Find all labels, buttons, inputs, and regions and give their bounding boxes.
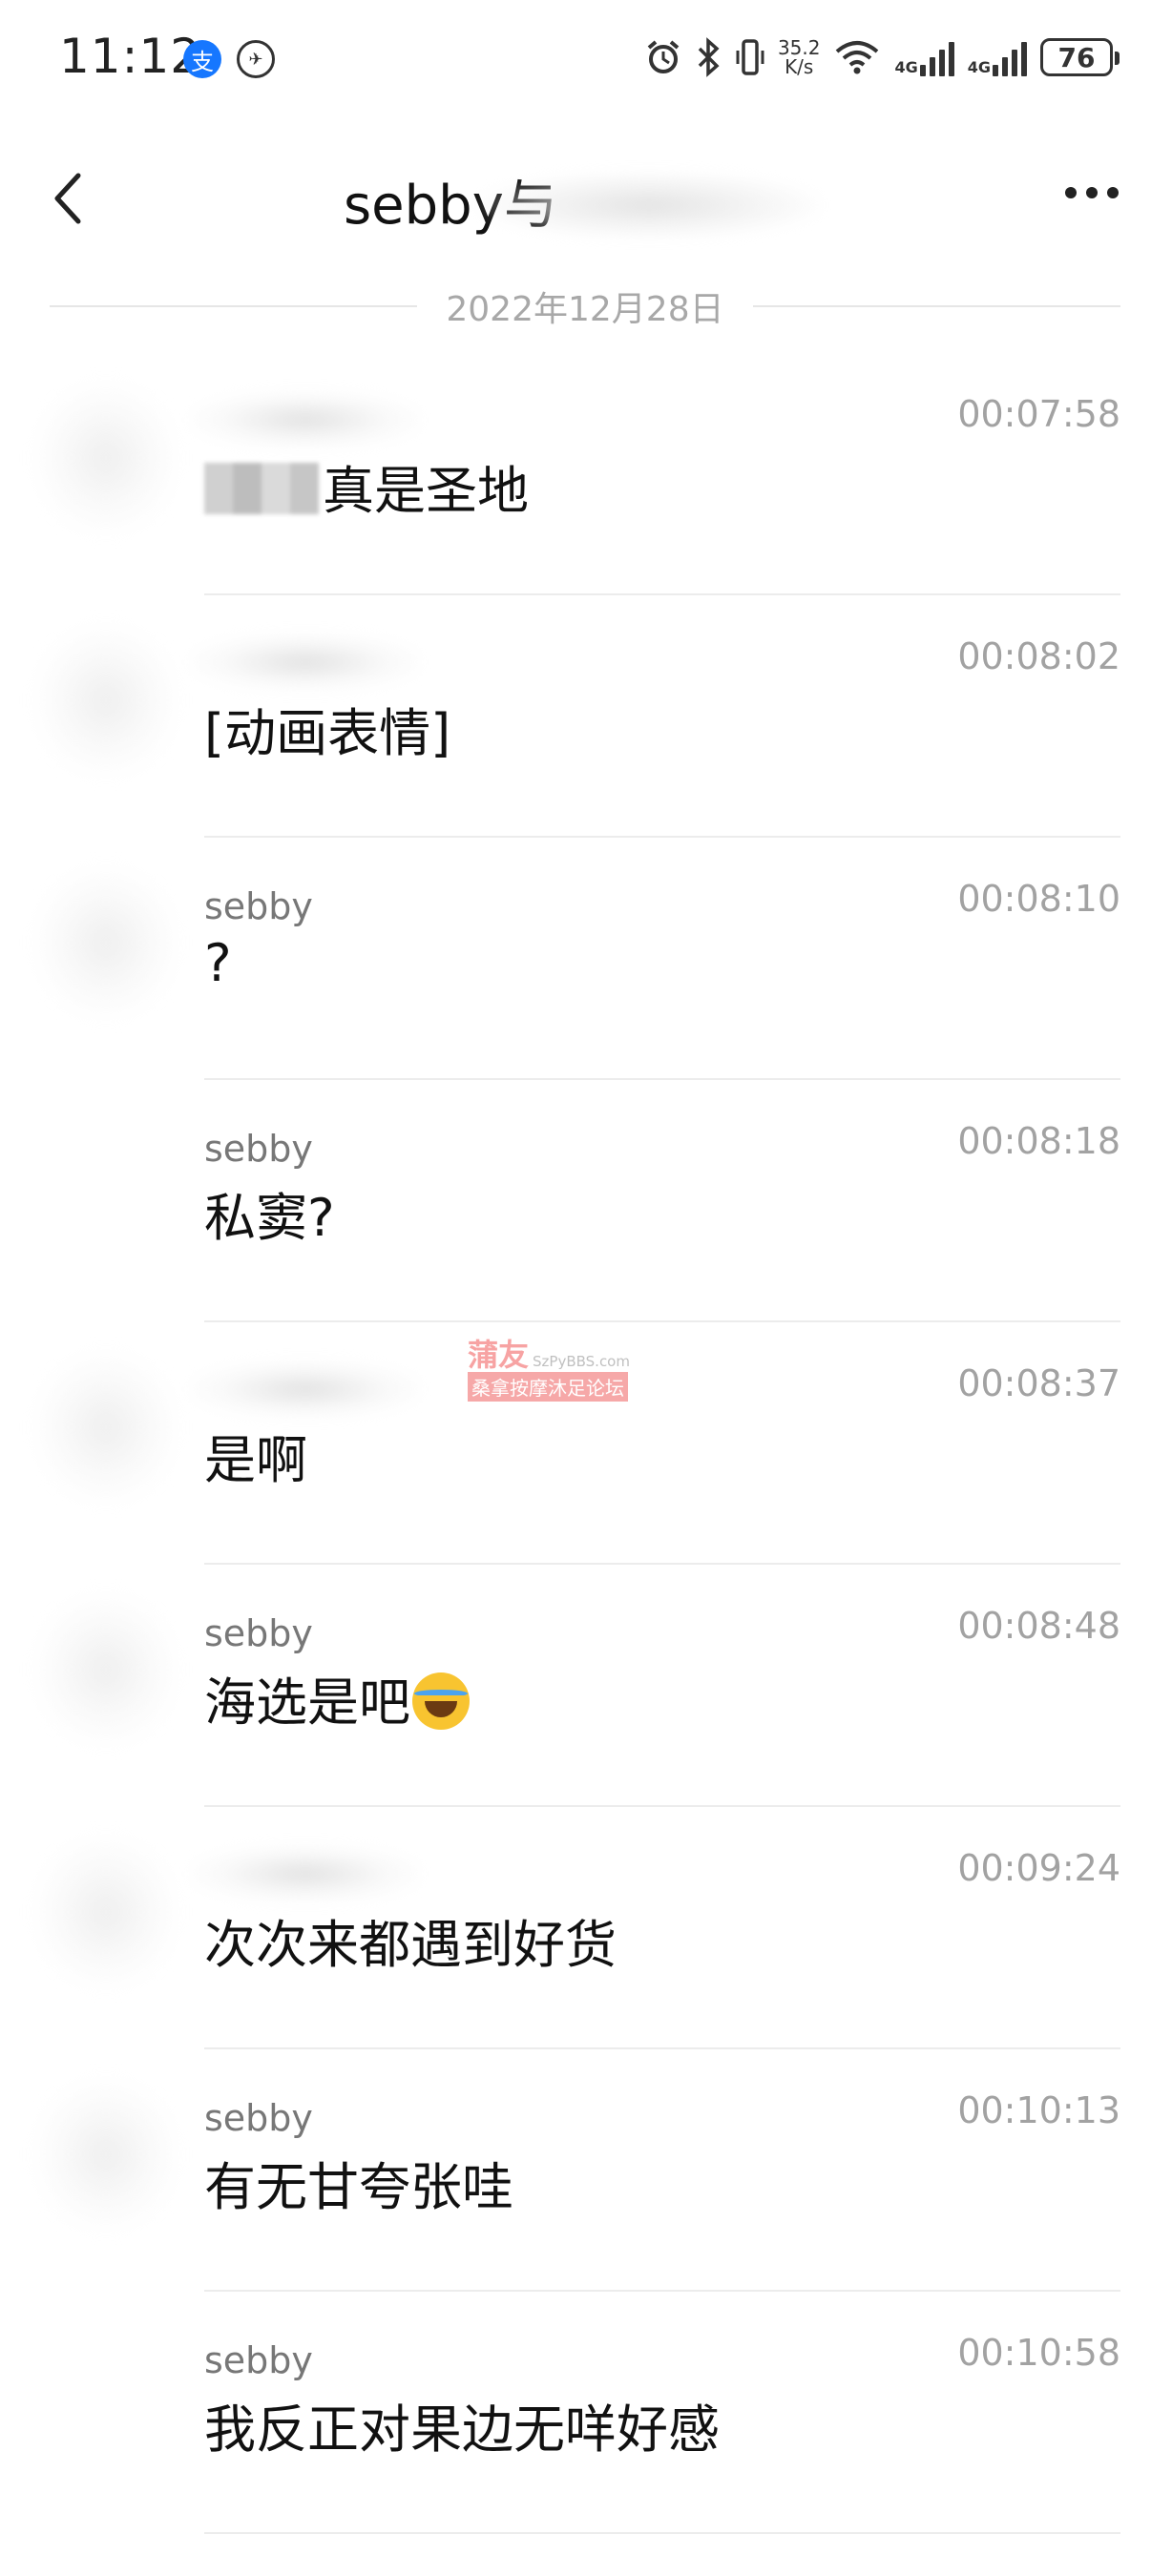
face-with-tears-of-joy-icon [412, 1672, 470, 1730]
cellular-signal-2: 4G [968, 38, 1027, 76]
message-text: [动画表情] [204, 703, 451, 763]
message-text: 我反正对果边无咩好感 [204, 2399, 720, 2460]
message-item[interactable]: 00:07:58 真是圣地 [0, 353, 1172, 595]
redacted-name [477, 172, 821, 239]
network-speed: 35.2 K/s [778, 38, 821, 76]
message-text-value: 海选是吧 [204, 1672, 410, 1733]
avatar[interactable] [34, 1836, 178, 1988]
speed-unit: K/s [785, 55, 814, 78]
watermark-brand: 蒲友 [468, 1337, 530, 1373]
status-time: 11:12 [59, 29, 202, 84]
message-list: 00:07:58 真是圣地 00:08:02 [动画表情] sebby 00:0… [0, 353, 1172, 2534]
back-arrow-icon[interactable] [46, 170, 94, 227]
message-text: 有无甘夸张哇 [204, 2157, 513, 2217]
message-item[interactable]: 00:09:24 次次来都遇到好货 [0, 1807, 1172, 2049]
message-sender: sebby [204, 885, 313, 927]
battery-icon: 76 [1040, 38, 1120, 76]
speed-value: 35.2 [777, 36, 821, 59]
alipay-icon: 支 [183, 40, 221, 78]
message-text: 私窦? [204, 1188, 335, 1248]
message-item[interactable]: sebby 00:10:13 有无甘夸张哇 [0, 2049, 1172, 2292]
message-time: 00:08:18 [957, 1120, 1120, 1162]
message-separator [204, 2532, 1120, 2534]
more-options-icon[interactable] [1065, 187, 1119, 198]
message-time: 00:08:02 [957, 635, 1120, 677]
redacted-sender [191, 1361, 420, 1418]
date-divider: 2022年12月28日 [50, 282, 1120, 330]
message-item[interactable]: sebby 00:08:10 ? [0, 838, 1172, 1080]
message-text-value: 真是圣地 [323, 461, 529, 521]
date-label: 2022年12月28日 [446, 290, 724, 329]
signal-bars-icon [919, 38, 954, 76]
message-text: 海选是吧 [204, 1660, 470, 1735]
network-type-1: 4G [894, 58, 918, 76]
status-indicators: 35.2 K/s 4G 4G 76 [644, 32, 1120, 82]
signal-bars-icon [993, 38, 1027, 76]
message-text: ? [204, 933, 232, 993]
watermark-domain: SzPyBBS.com [533, 1353, 630, 1370]
message-item[interactable]: 00:08:02 [动画表情] [0, 595, 1172, 838]
message-text: 真是圣地 [204, 448, 529, 524]
avatar[interactable] [34, 1593, 178, 1746]
wifi-icon [836, 41, 879, 74]
message-time: 00:08:37 [957, 1362, 1120, 1404]
avatar[interactable] [34, 2078, 178, 2231]
message-time: 00:09:24 [957, 1847, 1120, 1889]
watermark: 蒲友 SzPyBBS.com 桑拿按摩沐足论坛 [468, 1340, 639, 1406]
redacted-text [204, 463, 319, 514]
message-sender: sebby [204, 2097, 313, 2139]
vibrate-icon [736, 39, 764, 75]
status-bar: 11:12 支 ✈ 35.2 K/s 4G 4G 76 [0, 0, 1172, 114]
avatar[interactable] [34, 866, 178, 1019]
message-item[interactable]: sebby 00:08:48 海选是吧 [0, 1565, 1172, 1807]
message-sender: sebby [204, 2339, 313, 2381]
message-time: 00:10:58 [957, 2332, 1120, 2374]
avatar[interactable] [34, 624, 178, 777]
message-time: 00:08:10 [957, 878, 1120, 920]
message-time: 00:07:58 [957, 393, 1120, 435]
message-text: 次次来都遇到好货 [204, 1915, 617, 1975]
alarm-icon [647, 40, 680, 73]
bluetooth-icon [698, 37, 720, 77]
app-notification-icon: ✈ [237, 40, 275, 78]
message-item[interactable]: sebby 00:10:58 我反正对果边无咩好感 [0, 2292, 1172, 2534]
message-item[interactable]: sebby 00:08:18 私窦? [0, 1080, 1172, 1322]
avatar[interactable] [34, 382, 178, 534]
divider-line [752, 305, 1120, 307]
avatar[interactable] [34, 1351, 178, 1504]
divider-line [50, 305, 418, 307]
network-type-2: 4G [967, 58, 991, 76]
message-sender: sebby [204, 1612, 313, 1654]
chat-header: sebby与 [0, 134, 1172, 258]
redacted-sender [191, 634, 420, 691]
message-text: 是啊 [204, 1430, 307, 1490]
message-time: 00:10:13 [957, 2089, 1120, 2131]
watermark-subtitle: 桑拿按摩沐足论坛 [468, 1372, 628, 1402]
redacted-sender [191, 391, 420, 448]
message-sender: sebby [204, 1128, 313, 1170]
message-time: 00:08:48 [957, 1605, 1120, 1647]
cellular-signal-1: 4G [894, 38, 954, 76]
redacted-sender [191, 1845, 420, 1902]
